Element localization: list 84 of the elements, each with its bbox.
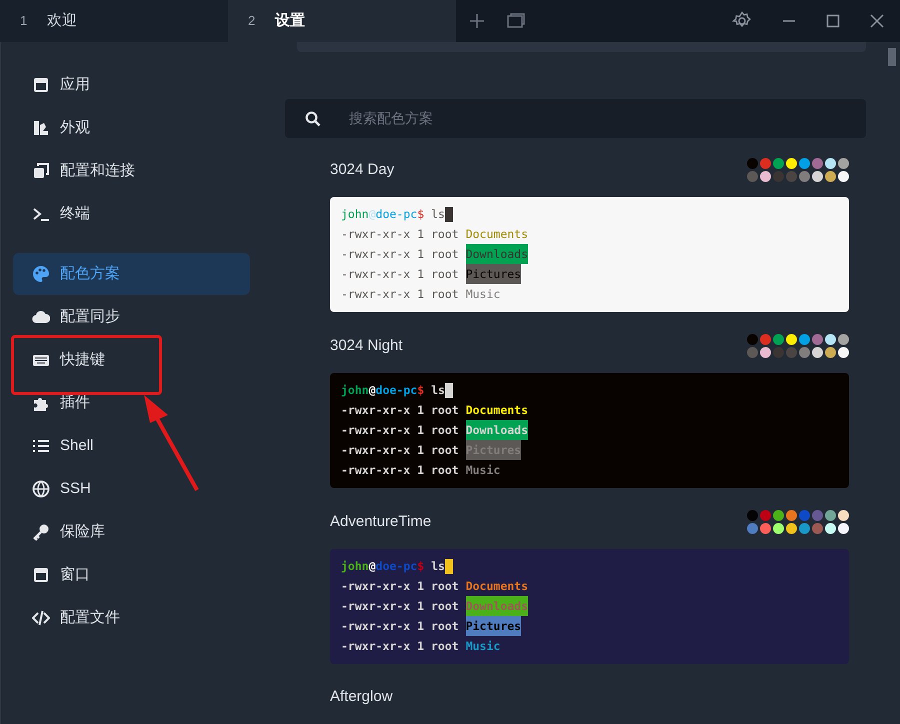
file-name: Music [466, 462, 500, 479]
file-name: Downloads [466, 596, 528, 616]
windows-icon[interactable] [506, 12, 526, 30]
file-permissions: -rwxr-xr-x 1 root [341, 266, 459, 283]
command-text: ls [431, 206, 445, 223]
search-input[interactable]: 搜索配色方案 [349, 108, 846, 129]
close-icon[interactable] [870, 14, 884, 28]
file-name: Documents [466, 578, 528, 595]
file-name: Pictures [466, 616, 522, 636]
sidebar-item[interactable]: 配置文件 [13, 597, 250, 639]
search-icon [305, 110, 321, 126]
cloud-icon [32, 308, 50, 326]
terminal-preview[interactable]: john@doe-pc$ ls -rwxr-xr-x 1 root Documents -rwxr-xr-x 1 root Downloads -rwxr-xr-x 1 root Pictures -rwxr-xr-x 1 root Music [330, 549, 849, 664]
prompt-at: @ [368, 382, 376, 399]
file-permissions: -rwxr-xr-x 1 root [341, 578, 459, 595]
prompt-at: @ [368, 558, 376, 575]
command-text: ls [431, 382, 445, 399]
sidebar-item[interactable]: 应用 [13, 64, 250, 106]
file-name: Documents [466, 226, 528, 243]
sidebar-item[interactable]: 插件 [13, 382, 250, 424]
add-tab-icon[interactable] [468, 12, 486, 30]
file-name: Downloads [466, 244, 528, 264]
tab-number: 1 [20, 12, 28, 30]
command-text: ls [431, 558, 445, 575]
app-window-icon [32, 76, 50, 94]
globe-icon [32, 480, 50, 498]
scheme-name: 3024 Night [330, 336, 403, 356]
search-field[interactable]: 搜索配色方案 [285, 99, 866, 138]
scheme-name: AdventureTime [330, 512, 432, 532]
prompt-host: doe-pc [376, 206, 418, 223]
file-permissions: -rwxr-xr-x 1 root [341, 638, 459, 655]
file-permissions: -rwxr-xr-x 1 root [341, 246, 459, 263]
sidebar-item[interactable]: 窗口 [13, 554, 250, 596]
file-permissions: -rwxr-xr-x 1 root [341, 462, 459, 479]
prompt-user: john [341, 558, 369, 575]
file-permissions: -rwxr-xr-x 1 root [341, 618, 459, 635]
prompt-dollar: $ [417, 382, 424, 399]
sidebar-item[interactable]: 外观 [13, 107, 250, 149]
prompt-at: @ [368, 206, 376, 223]
sidebar-item[interactable]: Shell [13, 425, 250, 467]
file-name: Music [466, 638, 500, 655]
prompt-host: doe-pc [376, 382, 418, 399]
prompt-user: john [341, 382, 369, 399]
code-icon [32, 609, 50, 627]
sidebar-item[interactable]: 快捷键 [13, 339, 250, 381]
tab-label: 欢迎 [47, 10, 78, 31]
file-permissions: -rwxr-xr-x 1 root [341, 226, 459, 243]
sidebar-item[interactable]: 终端 [13, 193, 250, 235]
file-name: Pictures [466, 264, 522, 284]
scrollbar[interactable] [888, 48, 896, 66]
list-icon [32, 437, 50, 455]
swatch-icon [32, 119, 50, 137]
tab[interactable]: 2 设置 [228, 0, 456, 42]
sidebar-item[interactable]: 配置和连接 [13, 150, 250, 192]
sidebar-item[interactable]: SSH [13, 468, 250, 510]
file-permissions: -rwxr-xr-x 1 root [341, 286, 459, 303]
text-cursor [444, 207, 453, 222]
palette-icon [32, 265, 50, 283]
file-permissions: -rwxr-xr-x 1 root [341, 402, 459, 419]
sidebar-item[interactable]: 配色方案 [13, 253, 250, 295]
file-permissions: -rwxr-xr-x 1 root [341, 442, 459, 459]
file-name: Documents [466, 402, 528, 419]
stacked-windows-icon [32, 162, 50, 180]
file-permissions: -rwxr-xr-x 1 root [341, 598, 459, 615]
key-icon [32, 523, 50, 541]
file-name: Downloads [466, 420, 528, 440]
file-name: Music [466, 286, 500, 303]
scheme-name: 3024 Day [330, 160, 394, 180]
tab-label: 设置 [275, 10, 306, 31]
terminal-preview[interactable]: john@doe-pc$ ls -rwxr-xr-x 1 root Documents -rwxr-xr-x 1 root Downloads -rwxr-xr-x 1 root Pictures -rwxr-xr-x 1 root Music [330, 197, 849, 312]
prompt-dollar: $ [417, 558, 424, 575]
prompt-dollar: $ [417, 206, 424, 223]
app-window-icon [32, 566, 50, 584]
text-cursor [444, 559, 453, 574]
maximize-icon[interactable] [826, 14, 840, 28]
tab[interactable]: 1 欢迎 [0, 0, 228, 42]
prompt-host: doe-pc [376, 558, 418, 575]
file-permissions: -rwxr-xr-x 1 root [341, 422, 459, 439]
tab-number: 2 [248, 12, 256, 30]
sidebar-item[interactable]: 配置同步 [13, 296, 250, 338]
text-cursor [444, 383, 453, 398]
sidebar-item[interactable]: 保险库 [13, 511, 250, 553]
prompt-user: john [341, 206, 369, 223]
scheme-name: Afterglow [330, 687, 393, 707]
